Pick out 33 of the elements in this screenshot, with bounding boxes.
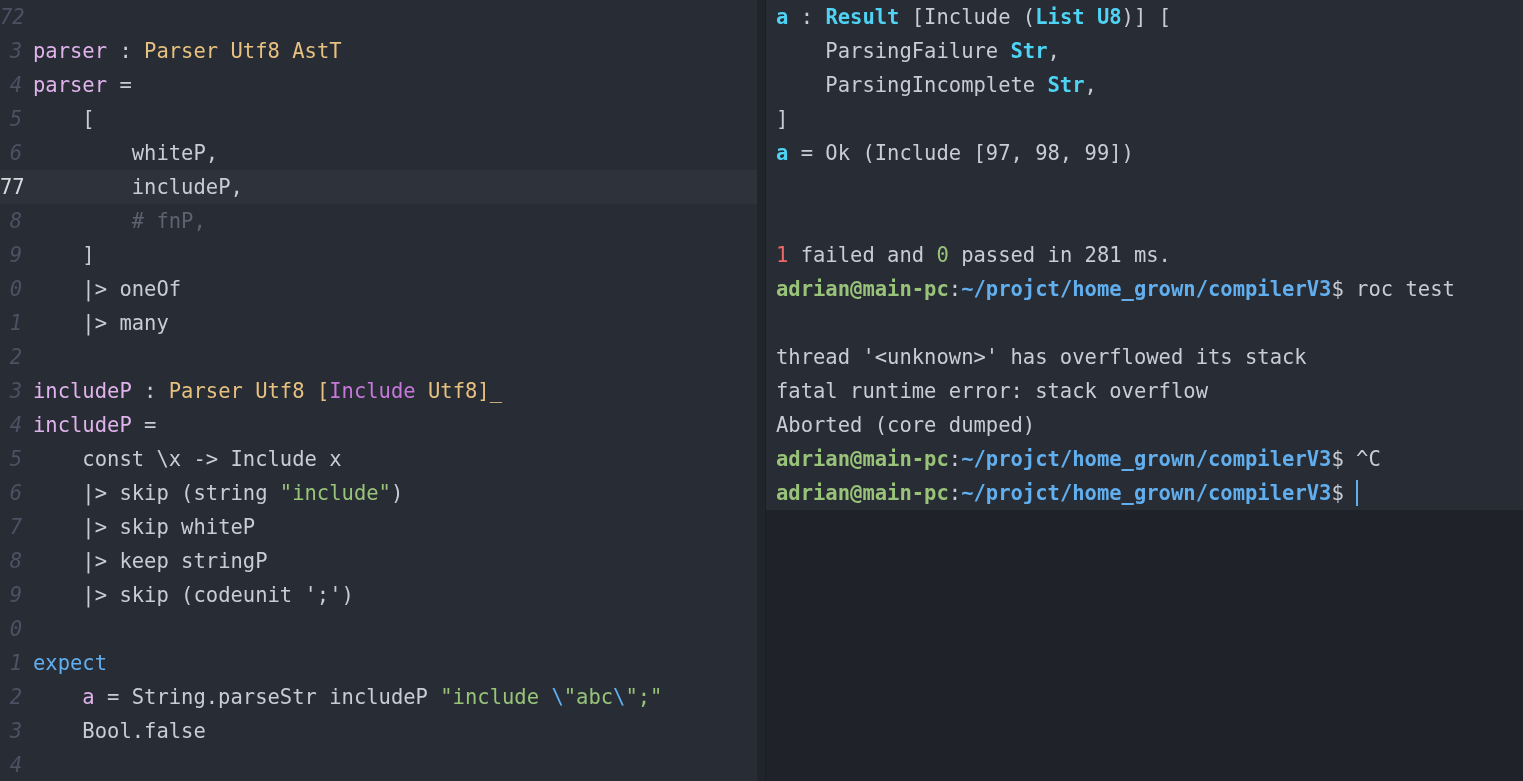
code-line: whiteP,: [130, 141, 219, 165]
code-line: |> many: [81, 311, 169, 335]
code-line: parser =: [33, 73, 132, 97]
code-line: expect: [33, 651, 108, 675]
terminal-line: ParsingFailure Str,: [824, 39, 1060, 63]
code-line: |> oneOf: [81, 277, 182, 301]
terminal-line: ]: [776, 107, 789, 131]
code-line: ]: [81, 243, 95, 267]
terminal-line: adrian@main-pc:~/projct/home_grown/compilerV3$: [776, 481, 1345, 505]
code-line: parser : Parser Utf8 AstT: [33, 39, 342, 63]
code-line: const \x -> Include x: [81, 447, 342, 471]
terminal-line: adrian@main-pc:~/projct/home_grown/compilerV3$ ^C: [776, 447, 1381, 471]
terminal-line: a : Result [Include (List U8)] [: [776, 5, 1171, 29]
terminal-line: ParsingIncomplete Str,: [824, 73, 1097, 97]
line-number: 77: [0, 175, 22, 199]
code-line: includeP =: [33, 413, 157, 437]
terminal-line: thread '<unknown>' has overflowed its stack: [776, 345, 1307, 369]
code-line: |> skip (string "include"): [81, 481, 404, 505]
code-line: # fnP,: [130, 209, 206, 233]
terminal-line: adrian@main-pc:~/projct/home_grown/compilerV3$ roc test: [776, 277, 1455, 301]
terminal-line: 1 failed and 0 passed in 281 ms.: [776, 243, 1171, 267]
code-line: a = String.parseStr includeP "include \"abc\";": [81, 685, 663, 709]
code-line: |> keep stringP: [81, 549, 268, 573]
terminal-line: Aborted (core dumped): [776, 413, 1036, 437]
code-line: includeP : Parser Utf8 [Include Utf8]_: [33, 379, 503, 403]
code-line: includeP,: [130, 175, 243, 199]
code-line: |> skip (codeunit ';'): [81, 583, 354, 607]
code-line: Bool.false: [81, 719, 206, 743]
code-line: |> skip whiteP: [81, 515, 256, 539]
code-line: [: [81, 107, 95, 131]
terminal-line: fatal runtime error: stack overflow: [776, 379, 1208, 403]
terminal-line: a = Ok (Include [97, 98, 99]): [776, 141, 1134, 165]
terminal-output[interactable]: [766, 0, 1523, 510]
